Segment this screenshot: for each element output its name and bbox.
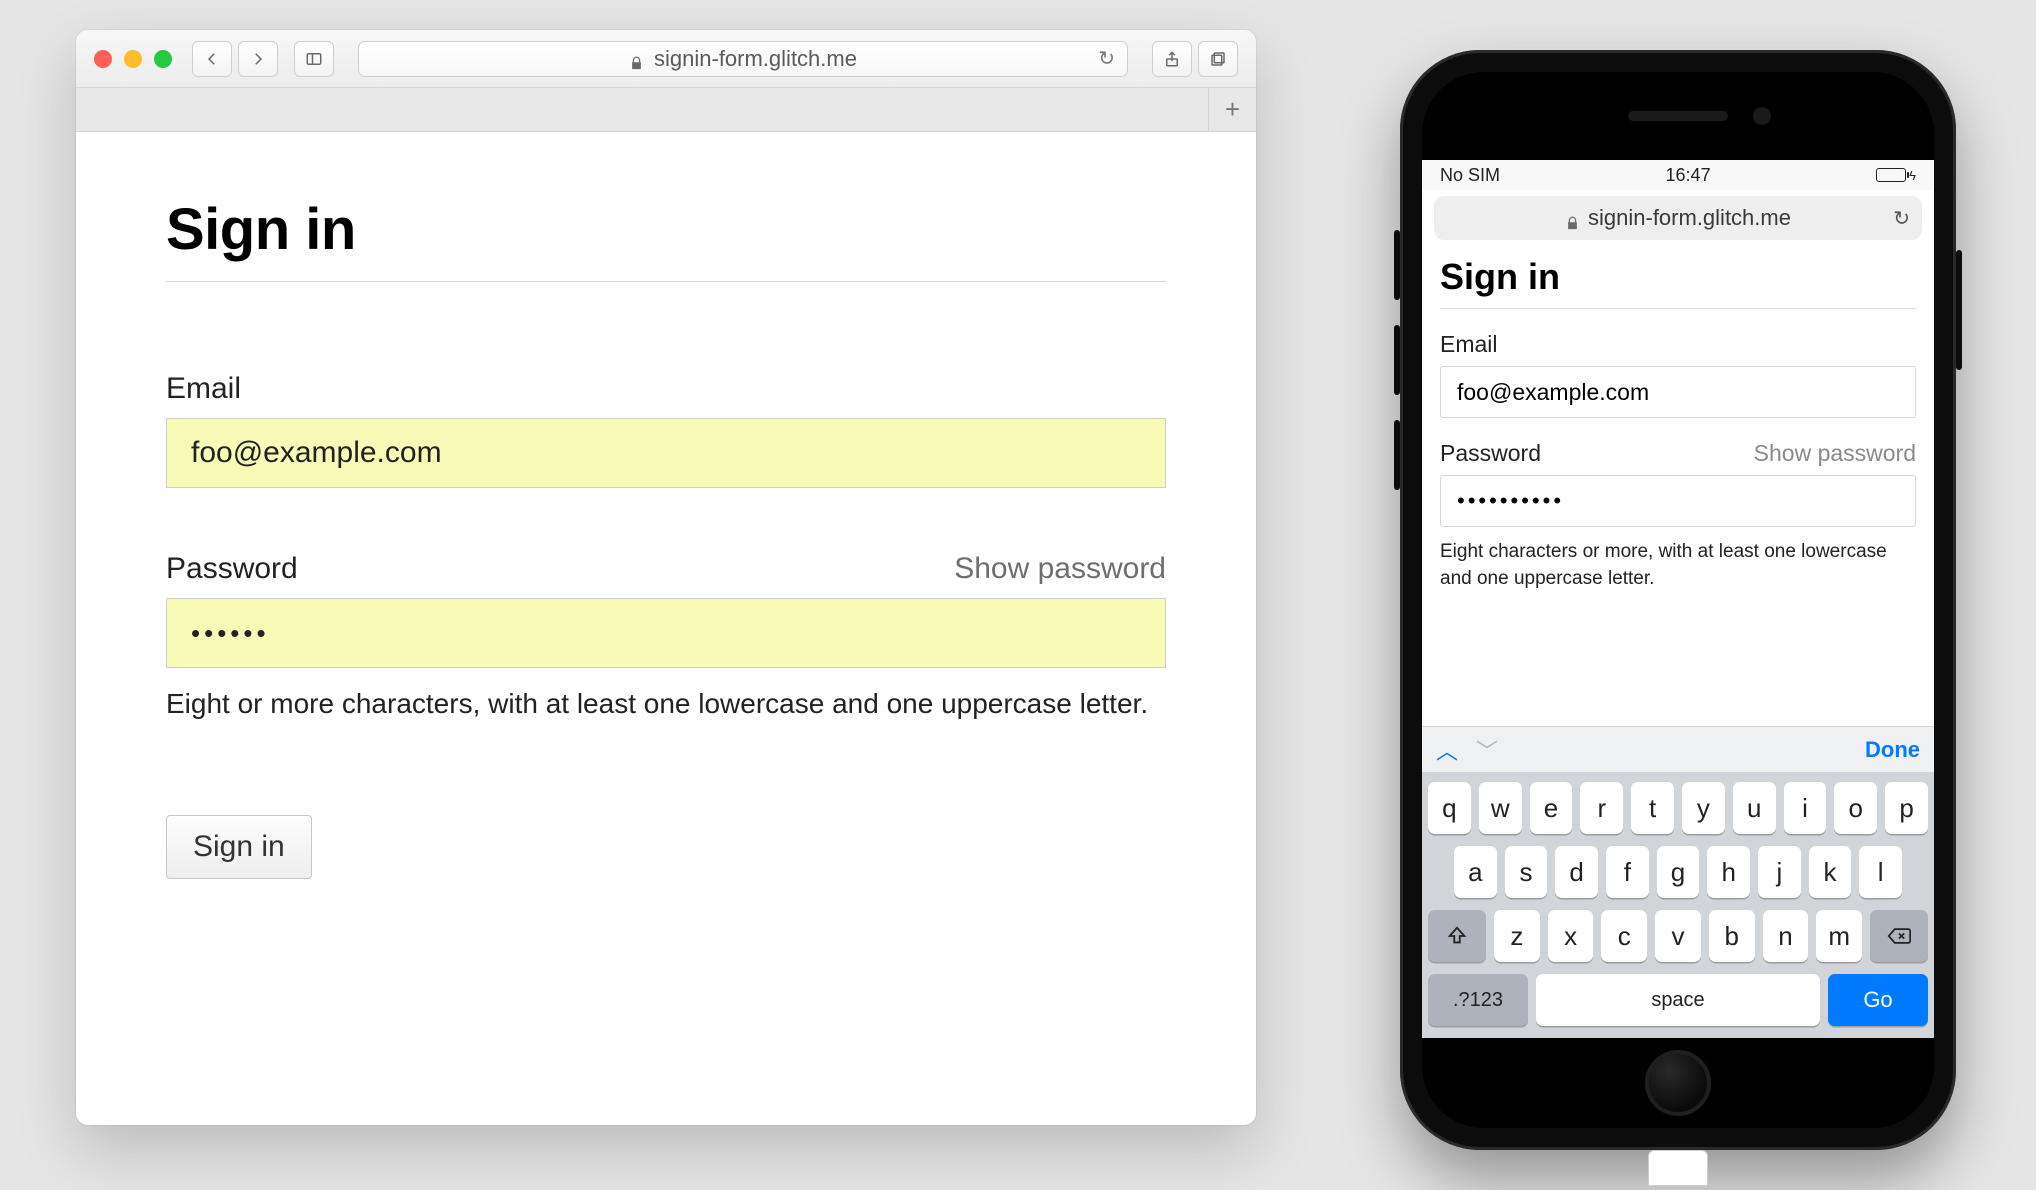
signin-button[interactable]: Sign in <box>166 815 312 879</box>
charging-icon: ϟ <box>1909 168 1916 183</box>
sidebar-toggle-button[interactable] <box>294 41 334 77</box>
show-password-button[interactable]: Show password <box>1754 440 1916 467</box>
show-password-button[interactable]: Show password <box>954 552 1166 586</box>
carrier-text: No SIM <box>1440 165 1500 186</box>
speaker-grille <box>1628 111 1728 121</box>
key-h[interactable]: h <box>1707 846 1750 898</box>
key-w[interactable]: w <box>1479 782 1522 834</box>
key-i[interactable]: i <box>1784 782 1827 834</box>
reload-icon[interactable]: ↻ <box>1098 46 1115 71</box>
phone-top-bezel <box>1422 72 1934 160</box>
email-field-block: Email <box>1440 331 1916 418</box>
back-button[interactable] <box>192 41 232 77</box>
key-c[interactable]: c <box>1601 910 1647 962</box>
ios-keyboard: q w e r t y u i o p a s d f g h <box>1422 772 1934 1038</box>
tabs-button[interactable] <box>1198 41 1238 77</box>
password-hint: Eight characters or more, with at least … <box>1440 539 1916 592</box>
key-p[interactable]: p <box>1885 782 1928 834</box>
key-t[interactable]: t <box>1631 782 1674 834</box>
key-x[interactable]: x <box>1548 910 1594 962</box>
safari-titlebar: signin-form.glitch.me ↻ <box>76 30 1256 88</box>
key-g[interactable]: g <box>1657 846 1700 898</box>
key-a[interactable]: a <box>1454 846 1497 898</box>
key-z[interactable]: z <box>1494 910 1540 962</box>
close-window-button[interactable] <box>94 50 112 68</box>
key-s[interactable]: s <box>1505 846 1548 898</box>
password-field-block: Password Show password Eight or more cha… <box>166 552 1166 725</box>
key-o[interactable]: o <box>1834 782 1877 834</box>
safari-window: signin-form.glitch.me ↻ + Sign in Email … <box>76 30 1256 1125</box>
keyboard-field-nav: ︿ ﹀ <box>1436 734 1498 766</box>
password-input[interactable] <box>1440 475 1916 527</box>
new-tab-button[interactable]: + <box>1208 88 1256 131</box>
reload-icon[interactable]: ↻ <box>1893 206 1910 231</box>
front-camera <box>1753 107 1771 125</box>
prev-field-button[interactable]: ︿ <box>1436 734 1458 766</box>
space-key[interactable]: space <box>1536 974 1820 1026</box>
battery-indicator: ϟ <box>1876 168 1916 183</box>
key-u[interactable]: u <box>1733 782 1776 834</box>
key-r[interactable]: r <box>1580 782 1623 834</box>
keyboard-row-3: z x c v b n m <box>1428 910 1928 962</box>
key-m[interactable]: m <box>1816 910 1862 962</box>
iphone-device: No SIM 16:47 ϟ signin-form.glitch.me ↻ S… <box>1400 50 1956 1150</box>
backspace-key[interactable] <box>1870 910 1928 962</box>
address-bar[interactable]: signin-form.glitch.me ↻ <box>358 41 1128 77</box>
go-key[interactable]: Go <box>1828 974 1928 1026</box>
window-controls <box>94 50 172 68</box>
share-button[interactable] <box>1152 41 1192 77</box>
password-hint: Eight or more characters, with at least … <box>166 684 1166 725</box>
password-input[interactable] <box>166 598 1166 668</box>
key-k[interactable]: k <box>1809 846 1852 898</box>
key-q[interactable]: q <box>1428 782 1471 834</box>
page-content: Sign in Email Password Show password Eig… <box>76 132 1256 943</box>
lock-icon <box>1565 211 1580 226</box>
key-l[interactable]: l <box>1859 846 1902 898</box>
email-field-block: Email <box>166 372 1166 488</box>
key-n[interactable]: n <box>1763 910 1809 962</box>
status-bar: No SIM 16:47 ϟ <box>1422 160 1934 190</box>
mobile-url-text: signin-form.glitch.me <box>1588 205 1791 231</box>
mobile-page-content: Sign in Email Password Show password Eig… <box>1422 246 1934 726</box>
numbers-key[interactable]: .?123 <box>1428 974 1528 1026</box>
lock-icon <box>629 51 644 66</box>
tab-bar: + <box>76 88 1256 132</box>
lightning-cable <box>1648 1150 1708 1186</box>
email-input[interactable] <box>1440 366 1916 418</box>
key-j[interactable]: j <box>1758 846 1801 898</box>
key-b[interactable]: b <box>1709 910 1755 962</box>
forward-button[interactable] <box>238 41 278 77</box>
status-time: 16:47 <box>1666 165 1711 186</box>
password-label: Password <box>166 552 298 586</box>
shift-key[interactable] <box>1428 910 1486 962</box>
home-button-area <box>1422 1038 1934 1128</box>
page-title: Sign in <box>1440 256 1916 309</box>
password-label: Password <box>1440 440 1541 467</box>
email-label: Email <box>166 372 241 406</box>
iphone-screen: No SIM 16:47 ϟ signin-form.glitch.me ↻ S… <box>1422 160 1934 1038</box>
key-d[interactable]: d <box>1555 846 1598 898</box>
key-v[interactable]: v <box>1655 910 1701 962</box>
key-y[interactable]: y <box>1682 782 1725 834</box>
fullscreen-window-button[interactable] <box>154 50 172 68</box>
next-field-button[interactable]: ﹀ <box>1476 734 1498 766</box>
keyboard-row-4: .?123 space Go <box>1428 974 1928 1026</box>
home-button[interactable] <box>1645 1050 1711 1116</box>
keyboard-row-2: a s d f g h j k l <box>1428 846 1928 898</box>
password-field-block: Password Show password Eight characters … <box>1440 440 1916 592</box>
keyboard-row-1: q w e r t y u i o p <box>1428 782 1928 834</box>
keyboard-accessory-bar: ︿ ﹀ Done <box>1422 726 1934 772</box>
key-e[interactable]: e <box>1530 782 1573 834</box>
keyboard-done-button[interactable]: Done <box>1865 737 1920 763</box>
url-text: signin-form.glitch.me <box>654 46 857 72</box>
minimize-window-button[interactable] <box>124 50 142 68</box>
iphone-frame: No SIM 16:47 ϟ signin-form.glitch.me ↻ S… <box>1422 72 1934 1128</box>
page-title: Sign in <box>166 196 1166 282</box>
email-label: Email <box>1440 331 1498 358</box>
email-input[interactable] <box>166 418 1166 488</box>
key-f[interactable]: f <box>1606 846 1649 898</box>
mobile-address-bar[interactable]: signin-form.glitch.me ↻ <box>1434 196 1922 240</box>
